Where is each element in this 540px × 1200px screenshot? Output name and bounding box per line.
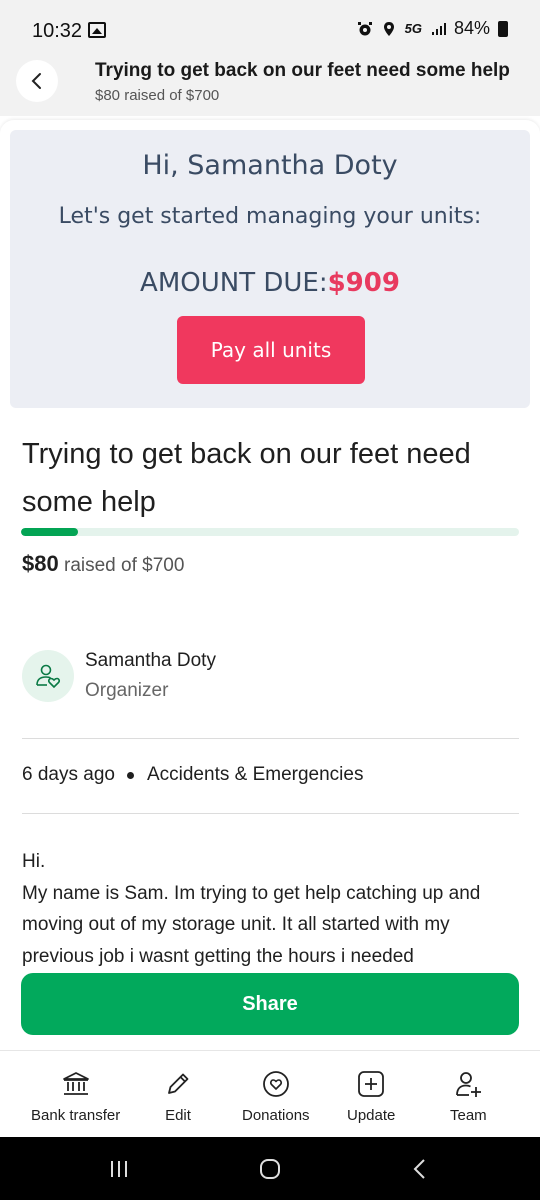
nav-label: Donations — [242, 1107, 310, 1124]
bank-icon — [62, 1072, 89, 1095]
nav-bank-transfer[interactable]: Bank transfer — [31, 1069, 120, 1124]
location-icon — [383, 21, 394, 36]
gallery-notification-icon — [88, 22, 106, 38]
add-person-icon — [456, 1072, 482, 1097]
alarm-icon — [357, 21, 372, 35]
amount-due: AMOUNT DUE:$909 — [10, 268, 530, 298]
organizer-name: Samantha Doty — [85, 650, 216, 671]
battery-level: 84% — [453, 18, 490, 38]
header-subtitle: $80 raised of $700 — [95, 87, 220, 104]
home-button[interactable] — [255, 1157, 285, 1181]
fundraiser-title: Trying to get back on our feet need some… — [22, 438, 471, 518]
nav-edit[interactable]: Edit — [163, 1069, 193, 1124]
home-icon — [260, 1159, 280, 1179]
recent-apps-button[interactable] — [104, 1157, 134, 1181]
plus-square-icon — [358, 1071, 385, 1097]
category-link[interactable]: Accidents & Emergencies — [147, 764, 364, 786]
person-heart-icon — [36, 664, 61, 689]
nav-label: Team — [450, 1107, 487, 1124]
network-type: 5G — [404, 21, 422, 36]
pay-all-units-button[interactable]: Pay all units — [177, 316, 365, 384]
story-line: Hi. — [22, 851, 46, 872]
status-bar: 10:32 5G 84% — [0, 0, 540, 54]
signal-icon — [431, 22, 446, 35]
separator-dot — [126, 771, 134, 779]
posted-time: 6 days ago — [22, 764, 115, 785]
greeting: Hi, Samantha Doty — [142, 150, 398, 181]
raised-goal: raised of $700 — [64, 555, 185, 576]
manage-units-card: Hi, Samantha Doty Let's get started mana… — [10, 130, 530, 408]
organizer-row[interactable]: Samantha Doty Organizer — [22, 646, 522, 706]
organizer-avatar — [22, 650, 74, 702]
heart-circle-icon — [262, 1071, 289, 1097]
status-time: 10:32 — [32, 20, 83, 42]
divider — [22, 738, 519, 739]
chevron-left-icon — [413, 1159, 425, 1179]
story-text: Hi. My name is Sam. Im trying to get hel… — [22, 846, 522, 972]
organizer-role: Organizer — [85, 680, 169, 701]
recent-apps-icon — [111, 1161, 127, 1177]
raised-summary: $80 raised of $700 — [22, 551, 184, 577]
header-title: Trying to get back on our feet need some… — [95, 60, 510, 81]
nav-donations[interactable]: Donations — [242, 1069, 310, 1124]
chevron-left-icon — [31, 73, 41, 89]
pencil-icon — [168, 1073, 189, 1094]
bottom-nav: Bank transfer Edit Donations Update Team — [0, 1050, 540, 1137]
back-button[interactable] — [16, 60, 58, 102]
back-system-button[interactable] — [405, 1157, 435, 1181]
amount-due-value: $909 — [327, 268, 400, 298]
header: Trying to get back on our feet need some… — [0, 54, 540, 116]
divider — [22, 813, 519, 814]
nav-label: Bank transfer — [31, 1107, 121, 1124]
battery-icon — [498, 20, 508, 37]
raised-amount: $80 — [22, 551, 59, 576]
nav-update[interactable]: Update — [347, 1069, 395, 1124]
nav-label: Update — [347, 1107, 396, 1124]
progress-fill — [21, 528, 78, 536]
fundraiser-meta: 6 days ago Accidents & Emergencies — [22, 764, 363, 786]
status-indicators: 5G 84% — [357, 18, 508, 39]
nav-team[interactable]: Team — [450, 1069, 487, 1124]
story-line: My name is Sam. Im trying to get help ca… — [22, 882, 481, 967]
share-button[interactable]: Share — [21, 973, 519, 1035]
progress-bar — [21, 528, 519, 536]
system-navigation-bar — [0, 1137, 540, 1200]
manage-subtitle: Let's get started managing your units: — [58, 204, 482, 229]
nav-label: Edit — [165, 1107, 191, 1124]
amount-due-label: AMOUNT DUE: — [140, 268, 328, 298]
